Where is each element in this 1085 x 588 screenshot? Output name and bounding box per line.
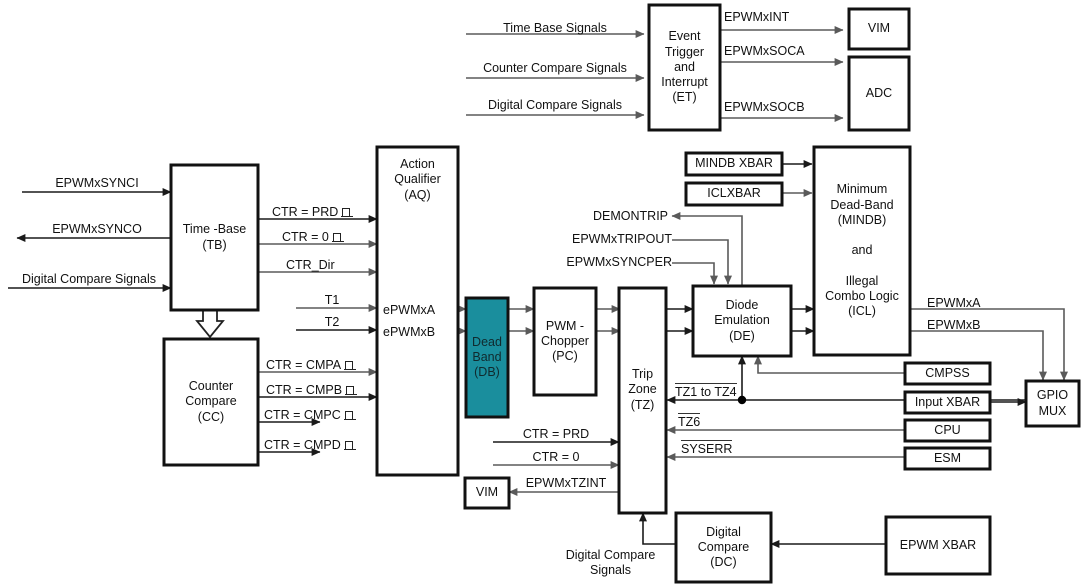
wire-layer: [8, 3, 1081, 584]
signal-label-digital-compare-signals-et: Digital Compare Signals: [487, 98, 623, 112]
signal-label-epwmx-tripout: EPWMxTRIPOUT: [572, 232, 672, 246]
signal-label-digital-compare-signals-tb: Digital Compare Signals: [21, 272, 157, 286]
signal-label-t2: T2: [324, 315, 340, 329]
signal-label-ctr-eq-0-tz: CTR = 0: [532, 450, 580, 464]
signal-label-counter-compare-signals: Counter Compare Signals: [483, 61, 627, 75]
block-vim-top: [847, 7, 911, 51]
pulse-icon: [341, 208, 354, 218]
signal-label-ctr-eq-cmpd: CTR = CMPD: [264, 438, 357, 453]
block-digital-compare: [674, 511, 773, 584]
signal-label-ctr-eq-prd-tz: CTR = PRD: [522, 427, 590, 441]
block-vim-tz: [463, 476, 511, 510]
block-icl-xbar: [684, 181, 784, 207]
block-diode-emulation: [691, 284, 793, 358]
signal-label-ctr-dir: CTR_Dir: [286, 258, 335, 272]
block-cpu: [903, 418, 992, 443]
block-cmpss: [903, 361, 992, 386]
block-esm: [903, 446, 992, 471]
signal-label-epwmx-tzint: EPWMxTZINT: [525, 476, 607, 490]
signal-label-demontrip: DEMONTRIP: [593, 209, 668, 223]
block-adc: [847, 55, 911, 132]
block-mindb-icl: [812, 145, 912, 357]
block-time-base: [169, 163, 260, 312]
signal-label-ctr-eq-cmpb: CTR = CMPB: [266, 383, 358, 398]
signal-label-tz6: TZ6: [678, 413, 701, 429]
epwm-block-diagram: Event Trigger and Interrupt (ET) VIM ADC…: [0, 0, 1085, 588]
block-counter-compare: [162, 337, 260, 467]
signal-label-ctr-eq-0: CTR = 0: [282, 230, 345, 245]
block-pwm-chopper: [532, 286, 598, 397]
signal-label-time-base-signals: Time Base Signals: [503, 21, 607, 35]
pulse-icon: [344, 361, 357, 371]
signal-label-epwmxb-aq: ePWMxB: [383, 325, 436, 339]
signal-label-epwmx-syncper: EPWMxSYNCPER: [566, 255, 672, 269]
block-epwm-xbar: [884, 515, 992, 576]
block-dead-band: [464, 296, 510, 419]
signal-label-syserr: SYSERR: [681, 440, 733, 456]
signal-label-epwmx-synco: EPWMxSYNCO: [52, 222, 142, 236]
signal-label-tz1-to-tz4: TZ1 to TZ4: [675, 383, 737, 399]
signal-label-epwmx-int: EPWMxINT: [724, 10, 790, 24]
signal-label-epwmx-socb: EPWMxSOCB: [724, 100, 805, 114]
pulse-icon: [343, 441, 357, 451]
signal-label-epwmx-soca: EPWMxSOCA: [724, 44, 805, 58]
block-input-xbar: [903, 390, 992, 415]
signal-label-epwmxb-out: EPWMxB: [927, 318, 981, 332]
block-gpio-mux: [1024, 379, 1081, 428]
signal-label-ctr-eq-cmpa: CTR = CMPA: [266, 358, 357, 373]
block-mindb-xbar: [684, 151, 784, 177]
signal-label-t1: T1: [324, 293, 340, 307]
signal-label-ctr-eq-cmpc: CTR = CMPC: [264, 408, 357, 423]
pulse-icon: [343, 411, 357, 421]
pulse-icon: [345, 386, 358, 396]
pulse-icon: [331, 233, 345, 243]
signal-label-ctr-eq-prd: CTR = PRD: [272, 205, 354, 220]
block-event-trigger: [647, 3, 722, 132]
signal-label-epwmxa-out: EPWMxA: [927, 296, 981, 310]
signal-label-epwmx-synci: EPWMxSYNCI: [55, 176, 139, 190]
signal-label-epwmxa-aq: ePWMxA: [383, 303, 436, 317]
block-trip-zone: [617, 286, 668, 515]
signal-label-digital-compare-signals-dc: Digital Compare Signals: [565, 548, 656, 577]
